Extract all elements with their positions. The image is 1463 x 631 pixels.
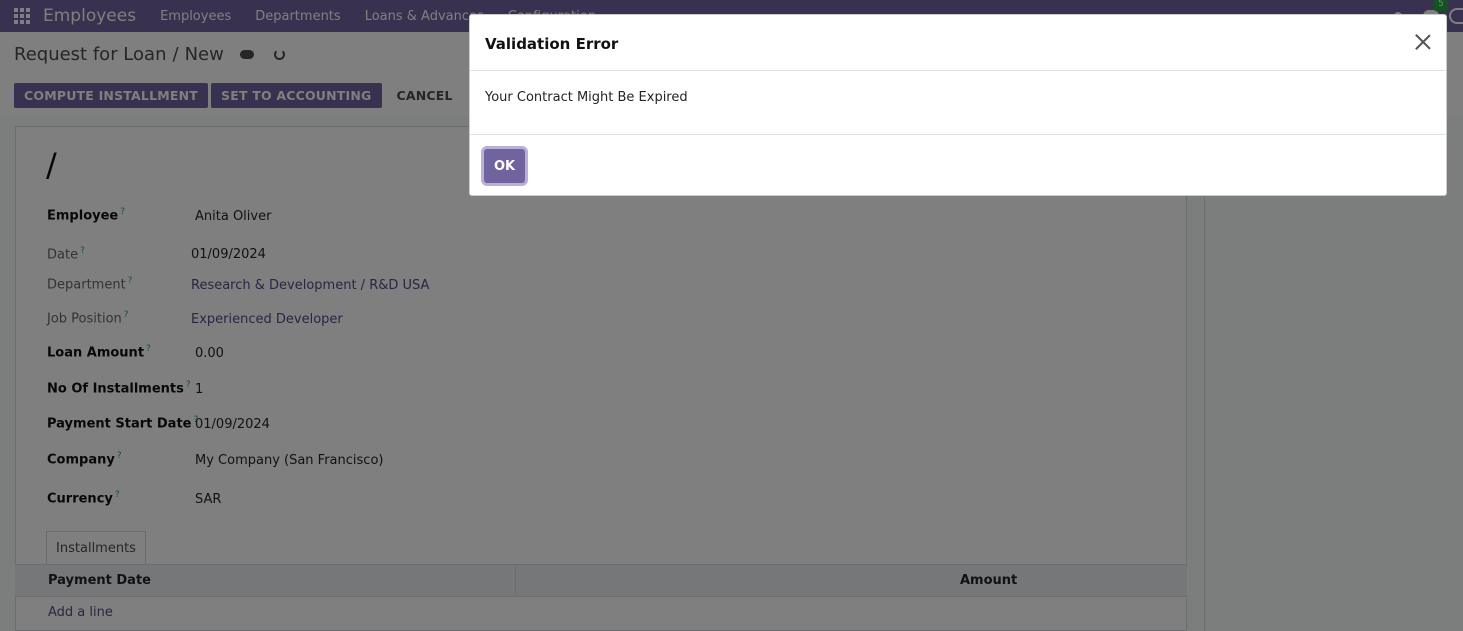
dialog-footer: OK bbox=[470, 135, 1446, 195]
dialog-body: Your Contract Might Be Expired bbox=[470, 71, 1446, 135]
dialog-header: Validation Error bbox=[470, 15, 1446, 71]
ok-button[interactable]: OK bbox=[484, 149, 525, 183]
validation-error-dialog: Validation Error Your Contract Might Be … bbox=[469, 14, 1447, 196]
dialog-message: Your Contract Might Be Expired bbox=[485, 90, 688, 105]
dialog-title: Validation Error bbox=[485, 35, 619, 53]
close-icon[interactable] bbox=[1414, 33, 1432, 51]
